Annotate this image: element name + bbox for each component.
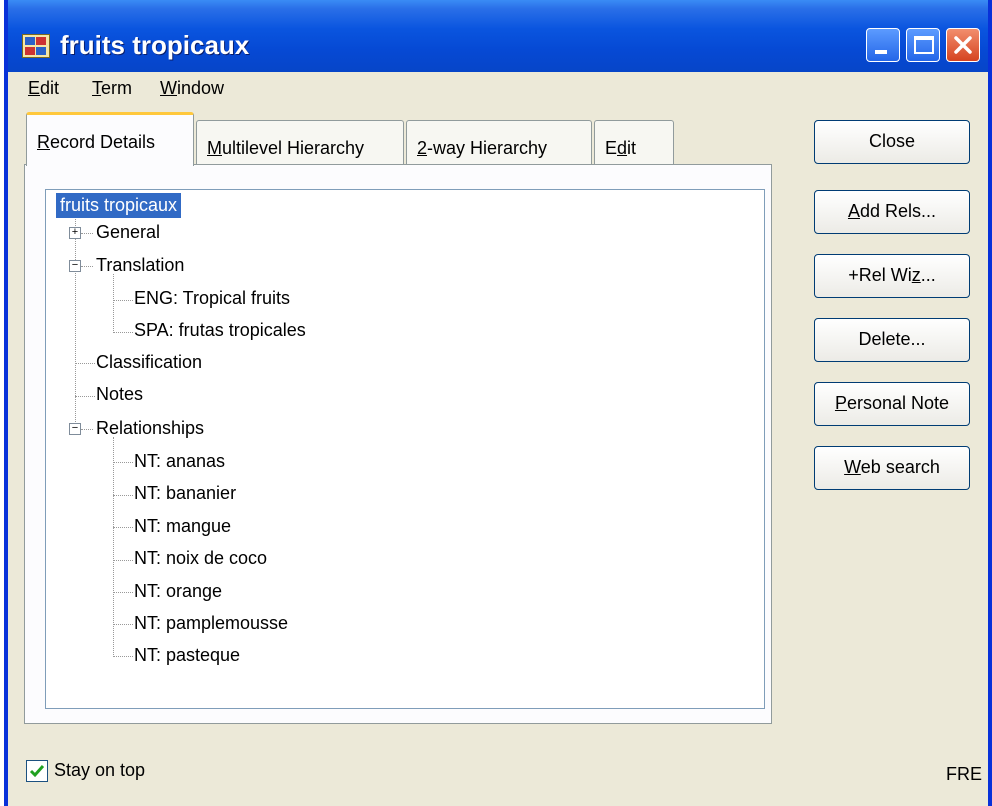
menu-term[interactable]: Term [92, 78, 132, 99]
checkmark-icon [29, 765, 45, 778]
tree-node-translation-item[interactable]: SPA: frutas tropicales [134, 320, 306, 341]
menu-edit[interactable]: Edit [28, 78, 59, 99]
tree-connector [113, 332, 133, 333]
app-window: fruits tropicaux Edit Term Window Record… [4, 0, 992, 806]
window-title: fruits tropicaux [60, 30, 250, 60]
tree-connector [113, 527, 133, 528]
tab-record-details[interactable]: Record Details [26, 112, 194, 166]
tree-node-relation[interactable]: NT: orange [134, 581, 222, 602]
record-tree[interactable]: fruits tropicaux + General − Translation… [45, 189, 765, 709]
minimize-button[interactable] [866, 28, 900, 62]
tree-connector [113, 274, 114, 333]
tree-node-relation[interactable]: NT: bananier [134, 483, 236, 504]
stay-on-top-checkbox[interactable] [26, 760, 48, 782]
tab-edit[interactable]: Edit [594, 120, 674, 166]
menu-bar: Edit Term Window [8, 72, 988, 106]
tree-connector [75, 363, 95, 364]
tree-node-relation[interactable]: NT: mangue [134, 516, 231, 537]
tab-2-way-hierarchy[interactable]: 2-way Hierarchy [406, 120, 592, 166]
maximize-button[interactable] [906, 28, 940, 62]
close-icon [954, 36, 972, 54]
app-grid-icon [22, 34, 50, 58]
tree-connector [113, 560, 133, 561]
tree-node-general[interactable]: General [96, 222, 160, 243]
tree-connector [81, 429, 93, 430]
tree-connector [75, 396, 95, 397]
language-indicator: FRE [946, 764, 982, 784]
tree-node-relation[interactable]: NT: pasteque [134, 645, 240, 666]
maximize-icon [914, 36, 934, 54]
web-search-button[interactable]: Web search [814, 446, 970, 490]
close-window-button[interactable] [946, 28, 980, 62]
record-details-panel: fruits tropicaux + General − Translation… [24, 164, 772, 724]
collapse-minus-icon[interactable]: − [69, 423, 81, 435]
tree-connector [81, 233, 93, 234]
tree-node-relation[interactable]: NT: ananas [134, 451, 225, 472]
rel-wiz-button[interactable]: +Rel Wiz... [814, 254, 970, 298]
tree-node-classification[interactable]: Classification [96, 352, 202, 373]
close-button[interactable]: Close [814, 120, 970, 164]
stay-on-top-label[interactable]: Stay on top [54, 760, 145, 781]
tree-node-translation-item[interactable]: ENG: Tropical fruits [134, 288, 290, 309]
menu-window[interactable]: Window [160, 78, 224, 99]
delete-button[interactable]: Delete... [814, 318, 970, 362]
tree-connector [113, 592, 133, 593]
tree-node-relationships[interactable]: Relationships [96, 418, 204, 439]
tree-connector [81, 266, 93, 267]
tree-connector [75, 216, 76, 430]
tree-node-relation[interactable]: NT: noix de coco [134, 548, 267, 569]
tree-node-notes[interactable]: Notes [96, 384, 143, 405]
add-rels-button[interactable]: Add Rels... [814, 190, 970, 234]
tree-connector [113, 437, 114, 655]
tab-multilevel-hierarchy[interactable]: Multilevel Hierarchy [196, 120, 404, 166]
expand-plus-icon[interactable]: + [69, 227, 81, 239]
tree-connector [113, 462, 133, 463]
tree-node-translation[interactable]: Translation [96, 255, 184, 276]
title-bar[interactable]: fruits tropicaux [8, 0, 988, 72]
tree-connector [113, 624, 133, 625]
tree-node-relation[interactable]: NT: pamplemousse [134, 613, 288, 634]
tree-connector [113, 300, 133, 301]
personal-note-button[interactable]: Personal Note [814, 382, 970, 426]
collapse-minus-icon[interactable]: − [69, 260, 81, 272]
tree-connector [113, 495, 133, 496]
minimize-icon [875, 50, 887, 54]
tree-node-root[interactable]: fruits tropicaux [56, 193, 182, 218]
tree-connector [113, 656, 133, 657]
status-bar: Stay on top FRE [8, 750, 988, 800]
